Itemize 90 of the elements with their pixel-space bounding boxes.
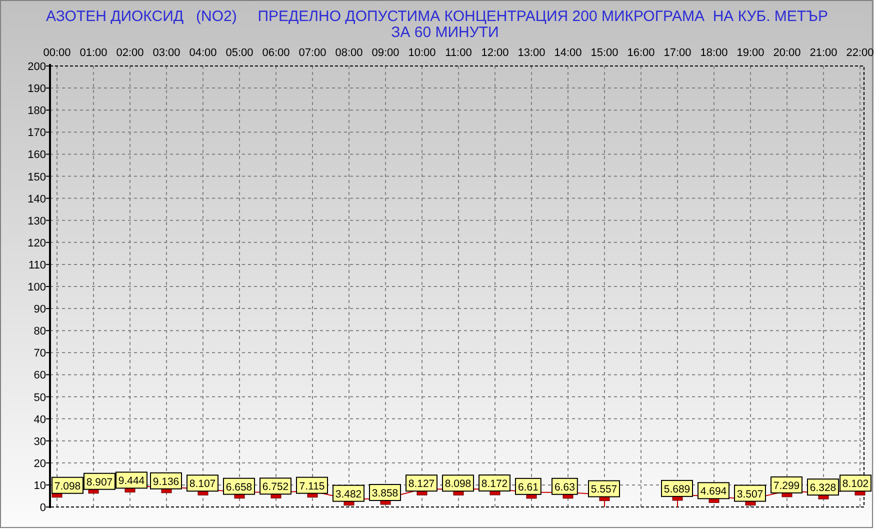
- y-tick-label: 0: [40, 502, 46, 514]
- data-label: 7.299: [770, 476, 802, 494]
- data-label: 8.102: [840, 474, 872, 492]
- data-label: 5.557: [590, 484, 618, 496]
- data-label: 9.136: [150, 472, 182, 490]
- chart-title: ЗА 60 МИНУТИ: [391, 24, 499, 41]
- x-tick-label: 05:00: [226, 47, 254, 59]
- x-tick-label: 04:00: [189, 47, 217, 59]
- data-label: 5.689: [664, 483, 690, 496]
- y-tick-label: 140: [28, 193, 46, 206]
- y-tick-label: 130: [28, 215, 46, 228]
- data-label: 8.907: [84, 472, 116, 490]
- data-label: 8.127: [406, 474, 438, 492]
- data-label: 6.61: [518, 481, 539, 494]
- y-tick-label: 60: [34, 370, 46, 382]
- data-label: 4.694: [700, 486, 727, 498]
- data-label: 9.444: [118, 475, 145, 488]
- data-label: 9.444: [116, 472, 148, 489]
- data-label: 8.098: [442, 474, 474, 492]
- data-label: 6.63: [554, 481, 576, 494]
- data-label: 3.482: [332, 484, 364, 502]
- data-label: 7.098: [54, 480, 81, 492]
- data-label: 9.136: [152, 476, 180, 488]
- data-label: 3.507: [736, 488, 764, 500]
- x-tick-label: 14:00: [554, 47, 582, 59]
- data-label: 6.328: [807, 478, 839, 496]
- x-tick-label: 17:00: [664, 47, 692, 59]
- chart-title: АЗОТЕН ДИОКСИД (NO2) ПРЕДЕЛНО ДОПУСТИМА КОНЦЕНТРАЦИЯ 200 МИКРОГРАМА НА КУБ. МЕТЪР: [46, 8, 828, 25]
- data-label: 6.61: [515, 478, 542, 495]
- x-tick-label: 11:00: [445, 47, 472, 59]
- data-label: 6.752: [262, 481, 289, 494]
- y-tick-label: 110: [28, 259, 46, 272]
- y-tick-label: 90: [34, 304, 46, 316]
- x-tick-label: 19:00: [736, 47, 764, 59]
- y-tick-label: 170: [28, 127, 46, 140]
- y-tick-label: 150: [28, 171, 46, 184]
- x-tick-label: 10:00: [408, 47, 436, 59]
- x-tick-label: 20:00: [773, 47, 801, 59]
- x-tick-label: 07:00: [298, 47, 326, 59]
- data-label: 3.482: [335, 488, 362, 500]
- data-label: 8.907: [86, 476, 113, 488]
- data-label: 5.557: [588, 480, 620, 498]
- data-label: 7.098: [52, 476, 84, 494]
- y-tick-label: 160: [28, 149, 46, 162]
- y-tick-label: 30: [34, 436, 46, 448]
- data-label: 3.858: [369, 484, 401, 501]
- data-label: 8.172: [478, 474, 510, 492]
- x-tick-label: 08:00: [335, 47, 363, 59]
- y-tick-label: 40: [34, 414, 46, 426]
- x-tick-label: 12:00: [481, 47, 509, 59]
- data-label: 6.752: [260, 478, 292, 495]
- data-label: 7.299: [773, 480, 800, 492]
- x-tick-label: 02:00: [116, 47, 144, 59]
- data-label: 8.107: [189, 478, 216, 490]
- y-tick-label: 120: [28, 237, 46, 250]
- x-tick-label: 01:00: [80, 47, 108, 59]
- data-label: 8.172: [481, 478, 508, 490]
- x-tick-label: 03:00: [152, 47, 180, 59]
- data-label: 6.328: [810, 482, 836, 494]
- x-tick-label: 00:00: [43, 47, 71, 59]
- x-tick-label: 09:00: [372, 47, 400, 59]
- x-tick-label: 21:00: [810, 47, 838, 59]
- data-label: 6.658: [223, 478, 255, 495]
- data-label: 8.127: [408, 478, 435, 490]
- y-tick-label: 70: [34, 348, 46, 360]
- x-tick-label: 18:00: [700, 47, 728, 59]
- y-tick-label: 190: [28, 83, 46, 96]
- data-label: 7.115: [299, 480, 325, 492]
- data-label: 4.694: [698, 482, 730, 500]
- x-tick-label: 06:00: [262, 47, 290, 59]
- data-label: 8.107: [186, 474, 218, 492]
- data-label: 6.658: [226, 481, 252, 494]
- x-tick-label: 15:00: [590, 47, 618, 59]
- data-label: 3.507: [734, 484, 766, 502]
- data-label: 7.115: [296, 476, 328, 494]
- data-label: 3.858: [372, 487, 398, 500]
- data-label: 6.63: [552, 478, 578, 495]
- y-tick-label: 200: [28, 61, 46, 73]
- data-label: 8.102: [842, 478, 869, 490]
- data-label: 5.689: [661, 480, 693, 497]
- y-tick-label: 100: [28, 282, 46, 294]
- x-tick-label: 13:00: [518, 47, 546, 59]
- y-tick-label: 20: [34, 458, 46, 470]
- x-tick-label: 16:00: [627, 47, 655, 59]
- data-label: 8.098: [444, 478, 472, 490]
- y-tick-label: 10: [34, 480, 46, 492]
- y-tick-label: 50: [34, 392, 46, 404]
- y-tick-label: 180: [28, 105, 46, 118]
- x-tick-label: 22:00: [846, 47, 874, 59]
- y-tick-label: 80: [34, 326, 46, 338]
